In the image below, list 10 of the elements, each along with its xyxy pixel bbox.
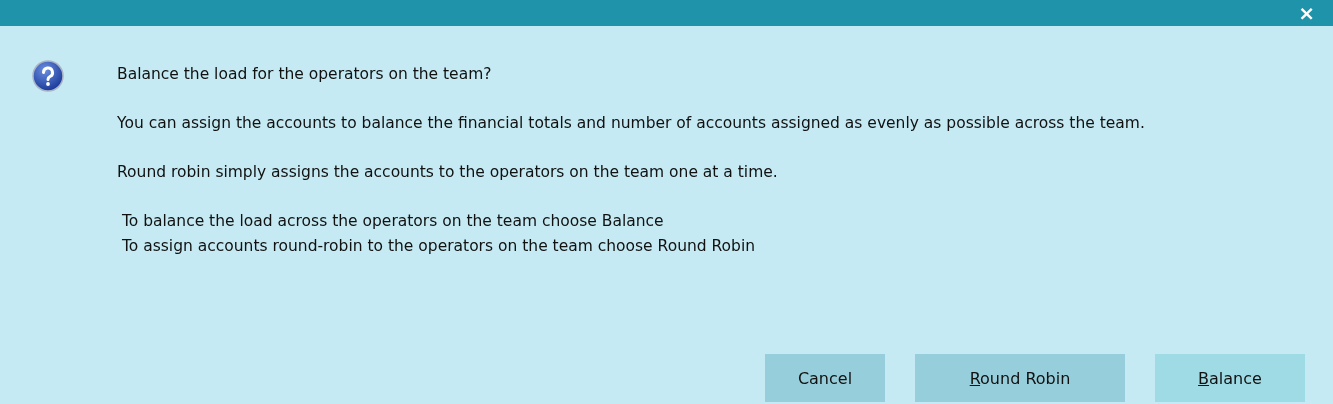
question-icon xyxy=(32,60,64,92)
dialog-button[interactable]: Round Robin xyxy=(915,354,1125,402)
dialog-message: You can assign the accounts to balance the financial totals and number of accounts assigned as evenly as possible across the team. xyxy=(117,113,1145,134)
close-button[interactable]: × xyxy=(1294,3,1319,23)
dialog-button[interactable]: Balance xyxy=(1155,354,1305,402)
instruction-line: To balance the load across the operators on the team choose Balance xyxy=(120,211,665,232)
dialog-message: Round robin simply assigns the accounts to the operators on the team one at a time. xyxy=(117,162,779,183)
instruction-line: To assign accounts round-robin to the operators on the team choose Round Robin xyxy=(120,236,757,257)
dialog-button[interactable]: Cancel xyxy=(765,354,885,402)
dialog-question: Balance the load for the operators on the team? xyxy=(117,64,493,85)
